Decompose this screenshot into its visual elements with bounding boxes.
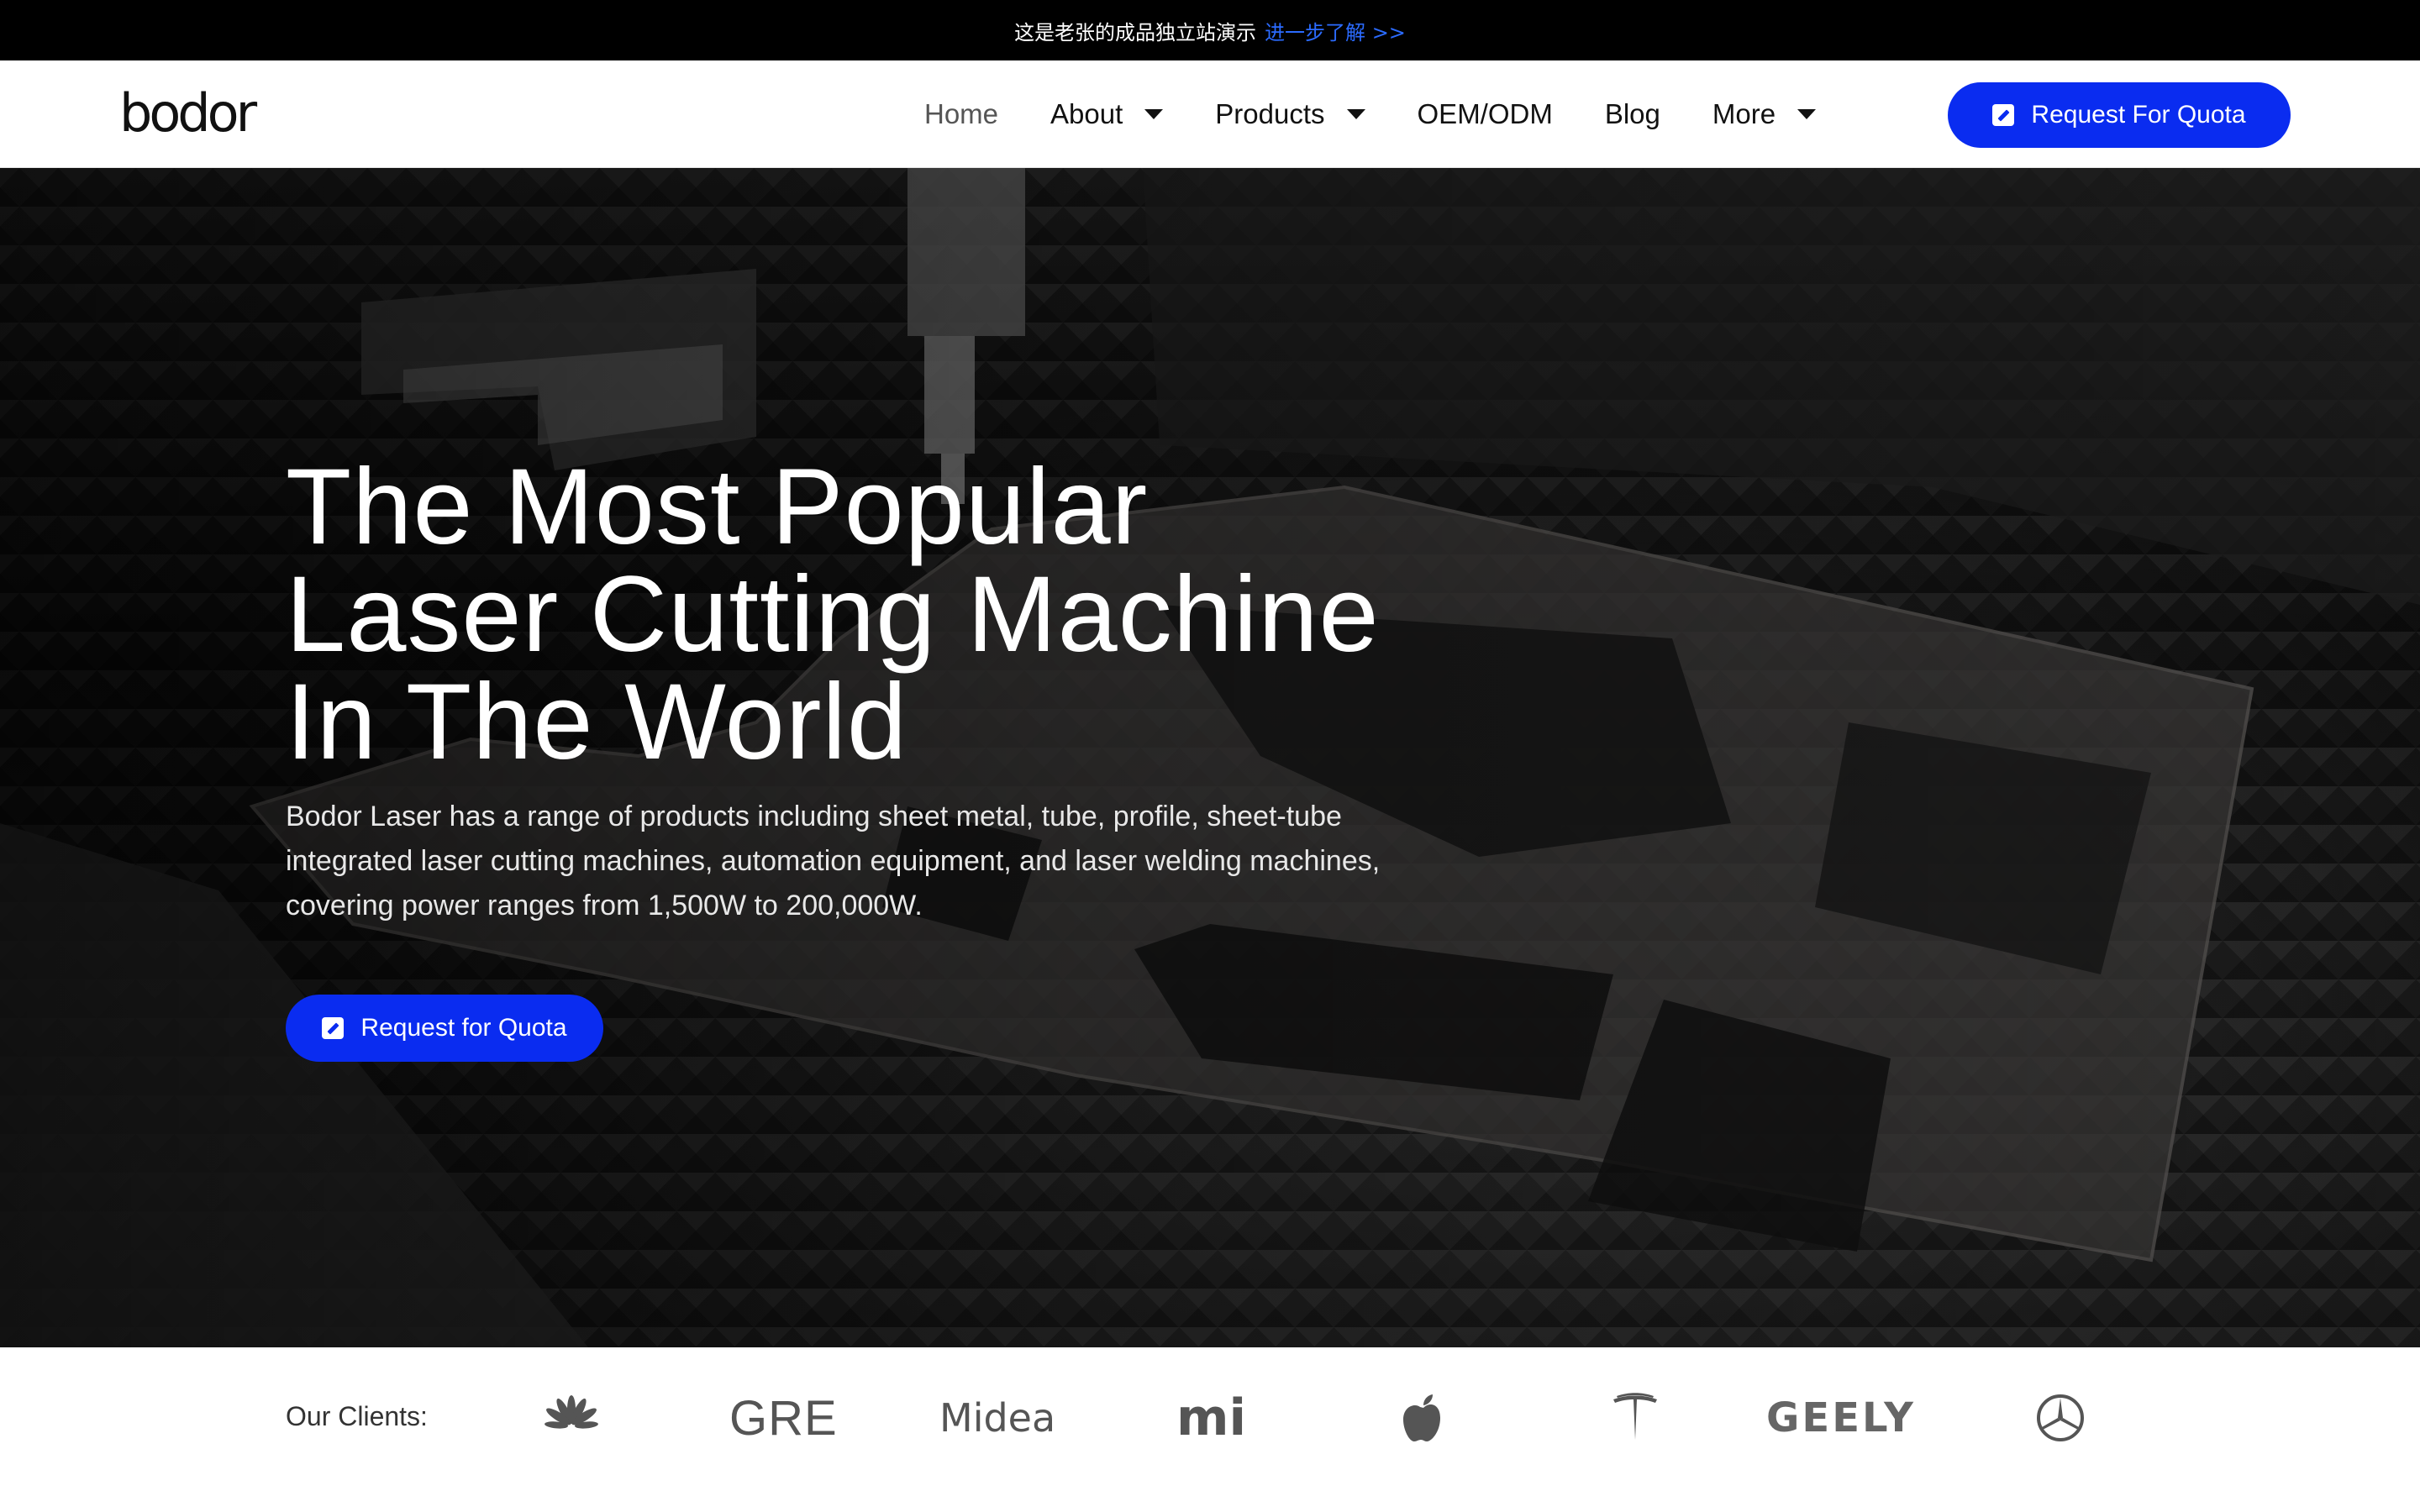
svg-text:bodor: bodor [119,89,258,141]
nav-blog[interactable]: Blog [1605,98,1660,130]
nav-products-label: Products [1215,98,1325,129]
nav-oem-odm[interactable]: OEM/ODM [1418,98,1553,130]
nav-home-label: Home [924,98,999,129]
nav-oem-odm-label: OEM/ODM [1417,98,1553,129]
hero-title-line-1: The Most Popular [286,447,1149,567]
hero-title-line-3: In The World [286,662,908,782]
caret-down-icon [1144,109,1164,119]
main-nav: Home About Products OEM/ODM Blog More [924,60,1868,168]
nav-more[interactable]: More [1712,98,1817,130]
midea-logo: Midea [939,1395,1056,1441]
apple-logo [1403,1394,1440,1441]
nav-more-label: More [1712,98,1776,129]
request-quota-header-button[interactable]: Request For Quota [1948,82,2291,148]
announcement-learn-more-link[interactable]: 进一步了解 >> [1265,16,1406,45]
hero-title: The Most Popular Laser Cutting Machine I… [286,454,1546,776]
edit-icon [1992,104,2015,126]
mercedes-logo [2037,1394,2084,1441]
announcement-bar: 这是老张的成品独立站演示 进一步了解 >> [0,0,2420,60]
nav-home[interactable]: Home [924,98,998,130]
caret-down-icon [1797,109,1817,119]
hero-title-line-2: Laser Cutting Machine [286,554,1380,675]
bodor-logo[interactable]: bodor [119,89,274,141]
hero-description: Bodor Laser has a range of products incl… [286,801,1381,921]
site-header: bodor Home About Products OEM/ODM Blog M… [0,60,2420,168]
nav-about-label: About [1050,98,1123,129]
nav-about[interactable]: About [1050,98,1164,130]
huawei-logo [544,1395,598,1429]
hero-section: The Most Popular Laser Cutting Machine I… [0,168,2420,1347]
mi-logo: mi [1176,1389,1247,1447]
request-quota-hero-button[interactable]: Request for Quota [286,995,603,1062]
request-quota-hero-label: Request for Quota [360,1014,567,1042]
edit-icon [322,1017,345,1039]
nav-products[interactable]: Products [1215,98,1365,130]
geely-logo: GEELY [1766,1394,1916,1441]
caret-down-icon [1346,109,1365,119]
request-quota-header-label: Request For Quota [2031,101,2246,129]
announcement-text: 这是老张的成品独立站演示 [1014,20,1257,45]
gre-logo: GRE [729,1390,838,1446]
nav-blog-label: Blog [1604,98,1660,129]
clients-strip: Our Clients: GRE Midea mi GEELY [0,1347,2420,1512]
tesla-logo [1613,1393,1657,1440]
clients-label: Our Clients: [286,1401,428,1431]
